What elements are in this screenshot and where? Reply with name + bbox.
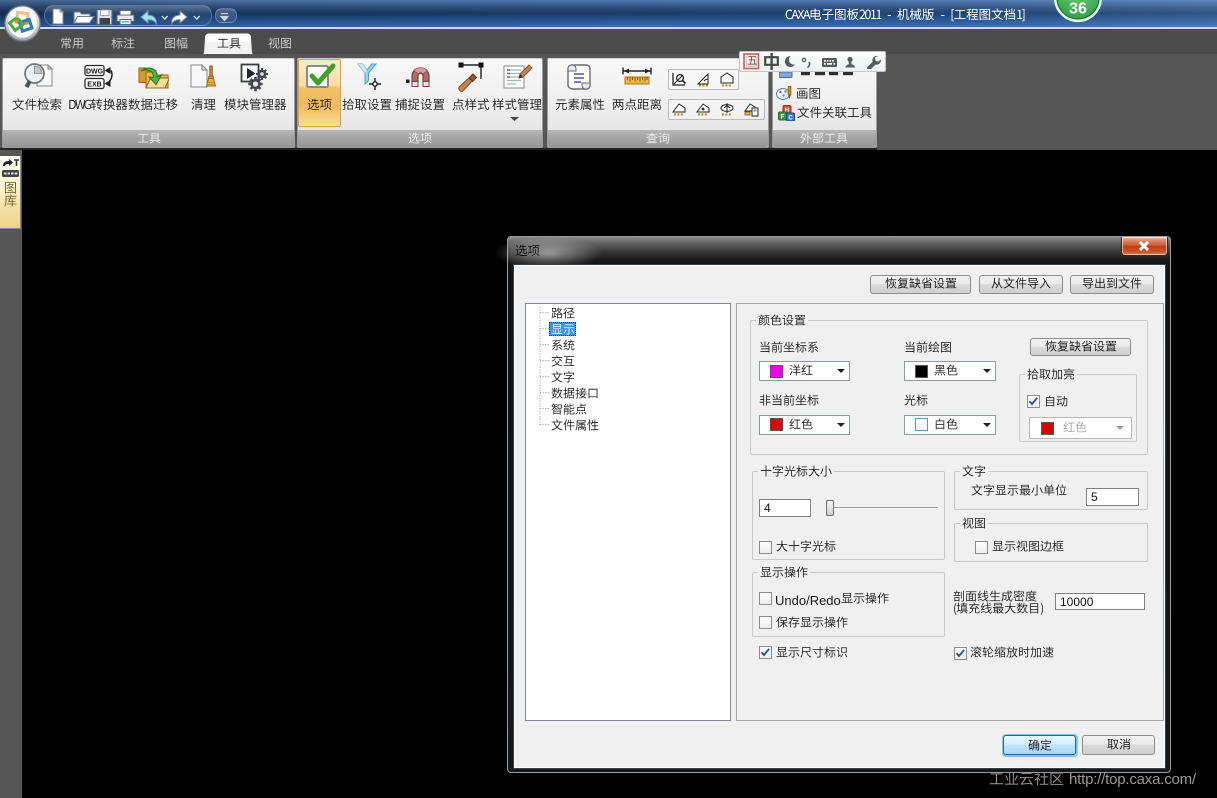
svg-text:C: C (788, 116, 793, 122)
svg-text:DWG: DWG (86, 69, 104, 76)
svg-text:F: F (781, 115, 785, 121)
svg-text:EXB: EXB (87, 82, 101, 89)
svg-text:36: 36 (1069, 1, 1087, 18)
